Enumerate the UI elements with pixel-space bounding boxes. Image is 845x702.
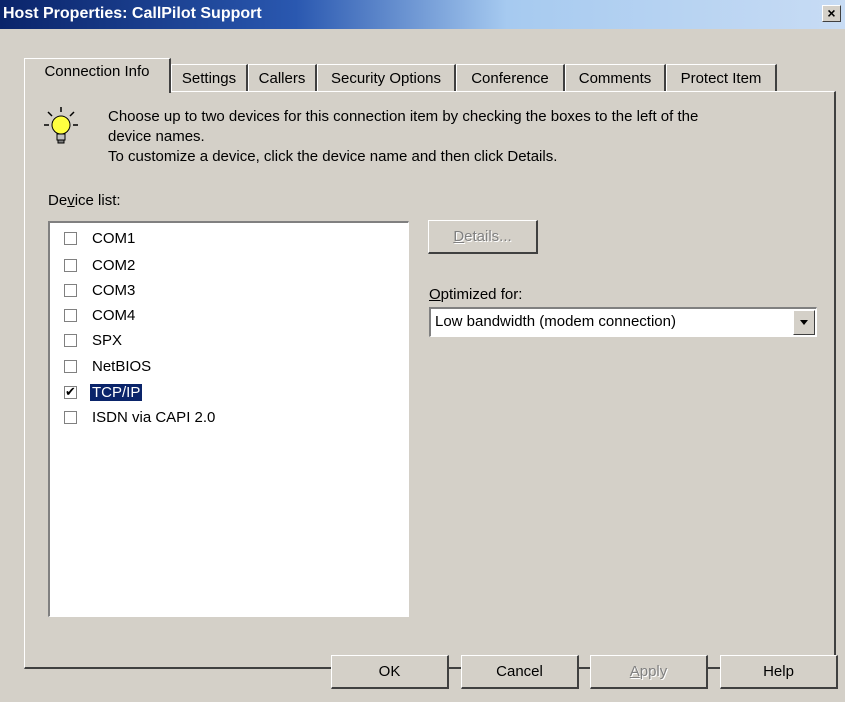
cancel-button[interactable]: Cancel bbox=[461, 655, 579, 689]
optimized-for-select[interactable]: Low bandwidth (modem connection) bbox=[429, 307, 817, 337]
tip-line: Choose up to two devices for this connec… bbox=[108, 108, 699, 125]
device-checkbox[interactable] bbox=[64, 308, 77, 322]
device-label[interactable]: NetBIOS bbox=[90, 358, 153, 375]
title-bar: Host Properties: CallPilot Support × bbox=[0, 0, 845, 29]
tab-callers[interactable]: Callers bbox=[248, 64, 317, 91]
dropdown-arrow-icon[interactable] bbox=[793, 310, 815, 335]
device-checkbox[interactable] bbox=[64, 410, 77, 424]
tab-label: Conference bbox=[471, 70, 549, 87]
help-button[interactable]: Help bbox=[720, 655, 838, 689]
apply-button[interactable]: Apply bbox=[590, 655, 708, 689]
device-label[interactable]: COM4 bbox=[90, 307, 137, 324]
device-item-com4[interactable]: COM4 bbox=[64, 304, 137, 326]
details-button[interactable]: Details... bbox=[428, 220, 538, 254]
device-label[interactable]: TCP/IP bbox=[90, 383, 143, 401]
optimized-for-value: Low bandwidth (modem connection) bbox=[435, 313, 676, 330]
device-checkbox[interactable] bbox=[64, 258, 77, 272]
device-item-com3[interactable]: COM3 bbox=[64, 279, 137, 301]
device-list-label: Device list: bbox=[48, 192, 121, 209]
device-list[interactable]: COM1 COM2 COM3 COM4 SPX NetBIOS TCP/IP I… bbox=[48, 221, 409, 617]
device-label[interactable]: SPX bbox=[90, 332, 124, 349]
device-item-tcpip[interactable]: TCP/IP bbox=[64, 381, 143, 403]
tip-line: To customize a device, click the device … bbox=[108, 148, 558, 165]
device-item-spx[interactable]: SPX bbox=[64, 329, 124, 351]
close-icon: × bbox=[827, 5, 836, 21]
ok-button[interactable]: OK bbox=[331, 655, 449, 689]
tip-text: Choose up to two devices for this connec… bbox=[108, 107, 808, 167]
tab-label: Callers bbox=[258, 70, 306, 87]
device-item-isdn[interactable]: ISDN via CAPI 2.0 bbox=[64, 406, 217, 428]
window-title: Host Properties: CallPilot Support bbox=[3, 5, 262, 22]
device-checkbox[interactable] bbox=[64, 333, 77, 347]
close-button[interactable]: × bbox=[822, 5, 841, 22]
device-label[interactable]: COM1 bbox=[90, 230, 137, 247]
device-checkbox[interactable] bbox=[64, 359, 77, 373]
lightbulb-icon bbox=[44, 107, 78, 144]
device-label[interactable]: COM2 bbox=[90, 257, 137, 274]
optimized-for-label: Optimized for: bbox=[429, 286, 523, 303]
device-label[interactable]: ISDN via CAPI 2.0 bbox=[90, 409, 217, 426]
tab-label: Comments bbox=[578, 70, 652, 87]
tab-conference[interactable]: Conference bbox=[456, 64, 565, 91]
device-checkbox[interactable] bbox=[64, 231, 77, 245]
tab-label: Settings bbox=[181, 70, 237, 87]
device-label[interactable]: COM3 bbox=[90, 282, 137, 299]
tab-settings[interactable]: Settings bbox=[171, 64, 248, 91]
device-item-com1[interactable]: COM1 bbox=[64, 227, 137, 249]
device-item-netbios[interactable]: NetBIOS bbox=[64, 355, 153, 377]
device-checkbox-checked[interactable] bbox=[64, 384, 77, 400]
tab-protect-item[interactable]: Protect Item bbox=[666, 64, 777, 91]
tab-security-options[interactable]: Security Options bbox=[317, 64, 456, 91]
tab-label: Protect Item bbox=[680, 70, 762, 87]
tip-line: device names. bbox=[108, 128, 205, 145]
tab-comments[interactable]: Comments bbox=[565, 64, 666, 91]
tab-connection-info[interactable]: Connection Info bbox=[24, 58, 171, 93]
device-checkbox[interactable] bbox=[64, 283, 77, 297]
tab-label: Connection Info bbox=[44, 63, 150, 80]
device-item-com2[interactable]: COM2 bbox=[64, 254, 137, 276]
tab-label: Security Options bbox=[330, 70, 442, 87]
